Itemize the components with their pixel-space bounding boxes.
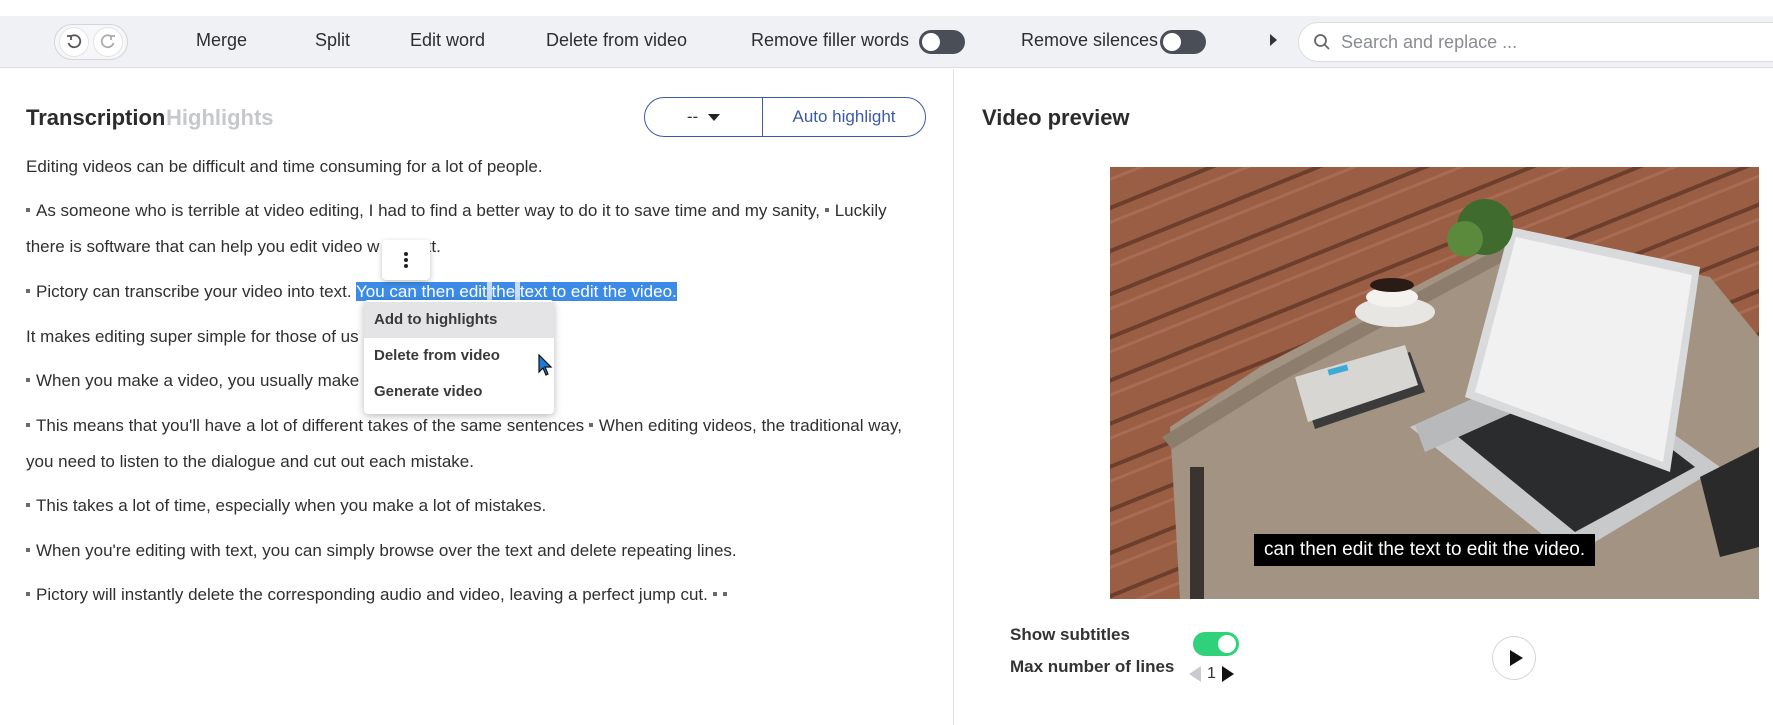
max-lines-label: Max number of lines [1010, 657, 1175, 676]
show-subtitles-label: Show subtitles [1010, 625, 1130, 644]
sentence[interactable]: This means that you'll have a lot of dif… [36, 416, 584, 435]
toolbar: Merge Split Edit word Delete from video … [0, 16, 1773, 68]
remove-silences-label: Remove silences [1021, 30, 1159, 50]
transcript-line[interactable]: Editing videos can be difficult and time… [26, 149, 926, 185]
decrement-arrow-icon[interactable] [1189, 666, 1201, 682]
sentence[interactable]: This takes a lot of time, especially whe… [36, 496, 546, 515]
video-subtitle: can then edit the text to edit the video… [1254, 534, 1596, 566]
show-subtitles-toggle[interactable] [1193, 632, 1239, 656]
undo-icon[interactable] [59, 27, 89, 57]
pause-marker[interactable] [26, 503, 30, 508]
remove-filler-words-label: Remove filler words [751, 30, 910, 50]
highlight-select[interactable]: -- [645, 98, 763, 136]
edit-word-button[interactable]: Edit word [410, 30, 485, 51]
toggle-knob [1163, 33, 1181, 51]
delete-from-video-button[interactable]: Delete from video [546, 30, 687, 51]
play-icon [1509, 650, 1523, 666]
transcript-line[interactable]: Pictory will instantly delete the corres… [26, 577, 926, 613]
sentence[interactable]: Luckily [835, 201, 887, 220]
redo-icon[interactable] [93, 27, 123, 57]
search-icon [1314, 34, 1330, 50]
sentence[interactable]: When you're editing with text, you can s… [36, 541, 737, 560]
transcript-line[interactable]: As someone who is terrible at video edit… [26, 193, 926, 265]
mouse-cursor-icon [538, 354, 553, 376]
pause-marker[interactable] [588, 423, 593, 428]
selected-text[interactable]: the [491, 282, 516, 301]
menu-item-delete-from-video[interactable]: Delete from video [364, 338, 554, 374]
menu-item-generate-video[interactable]: Generate video [364, 374, 554, 410]
toggle-knob [1218, 635, 1236, 653]
max-lines-value: 1 [1207, 665, 1216, 682]
undo-redo-group [54, 24, 128, 60]
search-input[interactable] [1341, 31, 1761, 53]
highlight-select-value: -- [686, 107, 699, 126]
pause-marker[interactable] [26, 208, 30, 213]
toolbar-more-arrow-icon[interactable] [1270, 34, 1277, 46]
video-preview-title: Video preview [982, 105, 1130, 130]
pause-marker[interactable] [824, 208, 829, 213]
selected-text[interactable]: text to edit the video. [519, 282, 677, 301]
menu-item-add-to-highlights[interactable]: Add to highlights [364, 302, 554, 338]
sentence[interactable]: Editing videos can be difficult and time… [26, 157, 543, 176]
sentence[interactable]: you need to listen to the dialogue and c… [26, 452, 474, 471]
max-lines-stepper: 1 [1189, 665, 1234, 683]
merge-button[interactable]: Merge [196, 30, 247, 51]
toggle-knob [922, 33, 940, 51]
pause-marker[interactable] [26, 289, 30, 294]
sentence[interactable]: As someone who is terrible at video edit… [36, 201, 820, 220]
pause-marker[interactable] [712, 592, 717, 597]
sentence[interactable]: When editing videos, the traditional way… [599, 416, 902, 435]
sentence[interactable]: Pictory can transcribe your video into t… [36, 282, 352, 301]
selected-gap[interactable] [486, 282, 492, 301]
auto-highlight-button[interactable]: Auto highlight [763, 98, 925, 136]
more-options-button[interactable] [382, 240, 430, 280]
transcript-line[interactable]: When you're editing with text, you can s… [26, 533, 926, 569]
tab-transcription[interactable]: Transcription [26, 105, 165, 131]
sentence[interactable]: When you make a video, you usually make … [36, 371, 373, 390]
top-strip [0, 0, 1773, 16]
chevron-down-icon [708, 113, 721, 121]
selected-text[interactable]: You can then edit [356, 282, 487, 301]
video-frame[interactable]: can then edit the text to edit the video… [1110, 167, 1759, 599]
pause-marker[interactable] [722, 592, 727, 597]
search-and-replace [1298, 22, 1773, 62]
highlight-control: -- Auto highlight [644, 97, 926, 137]
play-button[interactable] [1492, 636, 1536, 680]
transcript-line[interactable]: This takes a lot of time, especially whe… [26, 488, 926, 524]
pause-marker[interactable] [26, 592, 30, 597]
kebab-icon [404, 252, 408, 268]
remove-silences-toggle[interactable] [1160, 30, 1206, 54]
sentence[interactable]: there is software that can help you edit… [26, 237, 379, 256]
pause-marker[interactable] [26, 548, 30, 553]
tab-highlights[interactable]: Highlights [166, 105, 274, 131]
sentence[interactable]: It makes editing super simple for those … [26, 327, 359, 346]
context-menu: Add to highlights Delete from video Gene… [364, 300, 554, 414]
split-button[interactable]: Split [315, 30, 350, 51]
sentence[interactable]: Pictory will instantly delete the corres… [36, 585, 708, 604]
remove-filler-words-toggle[interactable] [919, 30, 965, 54]
transcript-line[interactable]: This means that you'll have a lot of dif… [26, 408, 926, 480]
pause-marker[interactable] [26, 423, 30, 428]
increment-arrow-icon[interactable] [1221, 666, 1234, 682]
pause-marker[interactable] [26, 378, 30, 383]
video-preview-panel: Video preview can then edit the text to … [955, 69, 1773, 725]
